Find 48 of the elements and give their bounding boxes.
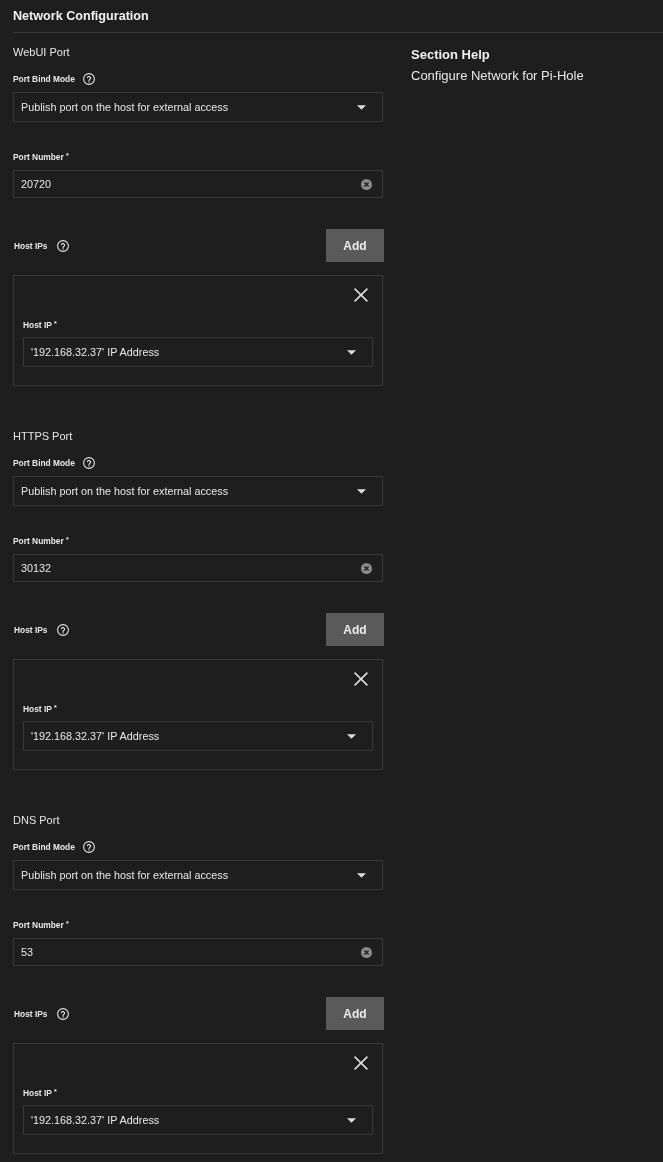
help-icon[interactable]: [56, 239, 69, 252]
field-label: Host IPs: [14, 623, 48, 636]
add-button[interactable]: Add: [326, 997, 384, 1030]
field-label: Host IP $^{*}$: [23, 319, 57, 331]
select-field[interactable]: '192.168.32.37' IP Address: [23, 1105, 373, 1135]
field-label: Port Bind Mode: [13, 73, 75, 85]
field-label: Host IPs: [14, 239, 48, 252]
help-icon[interactable]: [56, 623, 69, 636]
select-field[interactable]: Publish port on the host for external access: [13, 92, 383, 122]
field-label: Port Bind Mode: [13, 457, 75, 469]
add-button[interactable]: Add: [326, 613, 384, 646]
field-label: Host IP $^{*}$: [23, 703, 57, 715]
caret-icon: [357, 104, 366, 110]
select-field[interactable]: Publish port on the host for external access: [13, 476, 383, 506]
close-icon[interactable]: [354, 288, 368, 302]
input-field[interactable]: 53: [13, 938, 383, 966]
close-icon[interactable]: [354, 1056, 368, 1070]
help-icon[interactable]: [82, 841, 95, 853]
select-field[interactable]: '192.168.32.37' IP Address: [23, 337, 373, 367]
help-icon[interactable]: [82, 73, 95, 85]
clear-icon[interactable]: [361, 946, 372, 958]
clear-icon[interactable]: [361, 562, 372, 574]
help-icon[interactable]: [56, 1007, 69, 1020]
help-title: Section Help: [411, 47, 490, 63]
field-label: Port Number $^{*}$: [13, 535, 69, 547]
clear-icon[interactable]: [361, 178, 372, 190]
section-title: WebUI Port: [13, 45, 70, 60]
section-title: HTTPS Port: [13, 429, 73, 444]
section-title: DNS Port: [13, 813, 60, 828]
page-title: Network Configuration: [13, 8, 149, 24]
caret-icon: [347, 1117, 356, 1123]
field-label: Port Bind Mode: [13, 841, 75, 853]
select-field[interactable]: '192.168.32.37' IP Address: [23, 721, 373, 751]
input-field[interactable]: 20720: [13, 170, 383, 198]
caret-icon: [347, 349, 356, 355]
field-label: Host IPs: [14, 1007, 48, 1020]
field-label: Port Number $^{*}$: [13, 151, 69, 163]
field-label: Port Number $^{*}$: [13, 919, 69, 931]
add-button[interactable]: Add: [326, 229, 384, 262]
close-icon[interactable]: [354, 672, 368, 686]
select-field[interactable]: Publish port on the host for external access: [13, 860, 383, 890]
caret-icon: [347, 733, 356, 739]
help-text: Configure Network for Pi-Hole: [411, 68, 584, 84]
input-field[interactable]: 30132: [13, 554, 383, 582]
help-icon[interactable]: [82, 457, 95, 469]
caret-icon: [357, 488, 366, 494]
field-label: Host IP $^{*}$: [23, 1087, 57, 1099]
caret-icon: [357, 872, 366, 878]
